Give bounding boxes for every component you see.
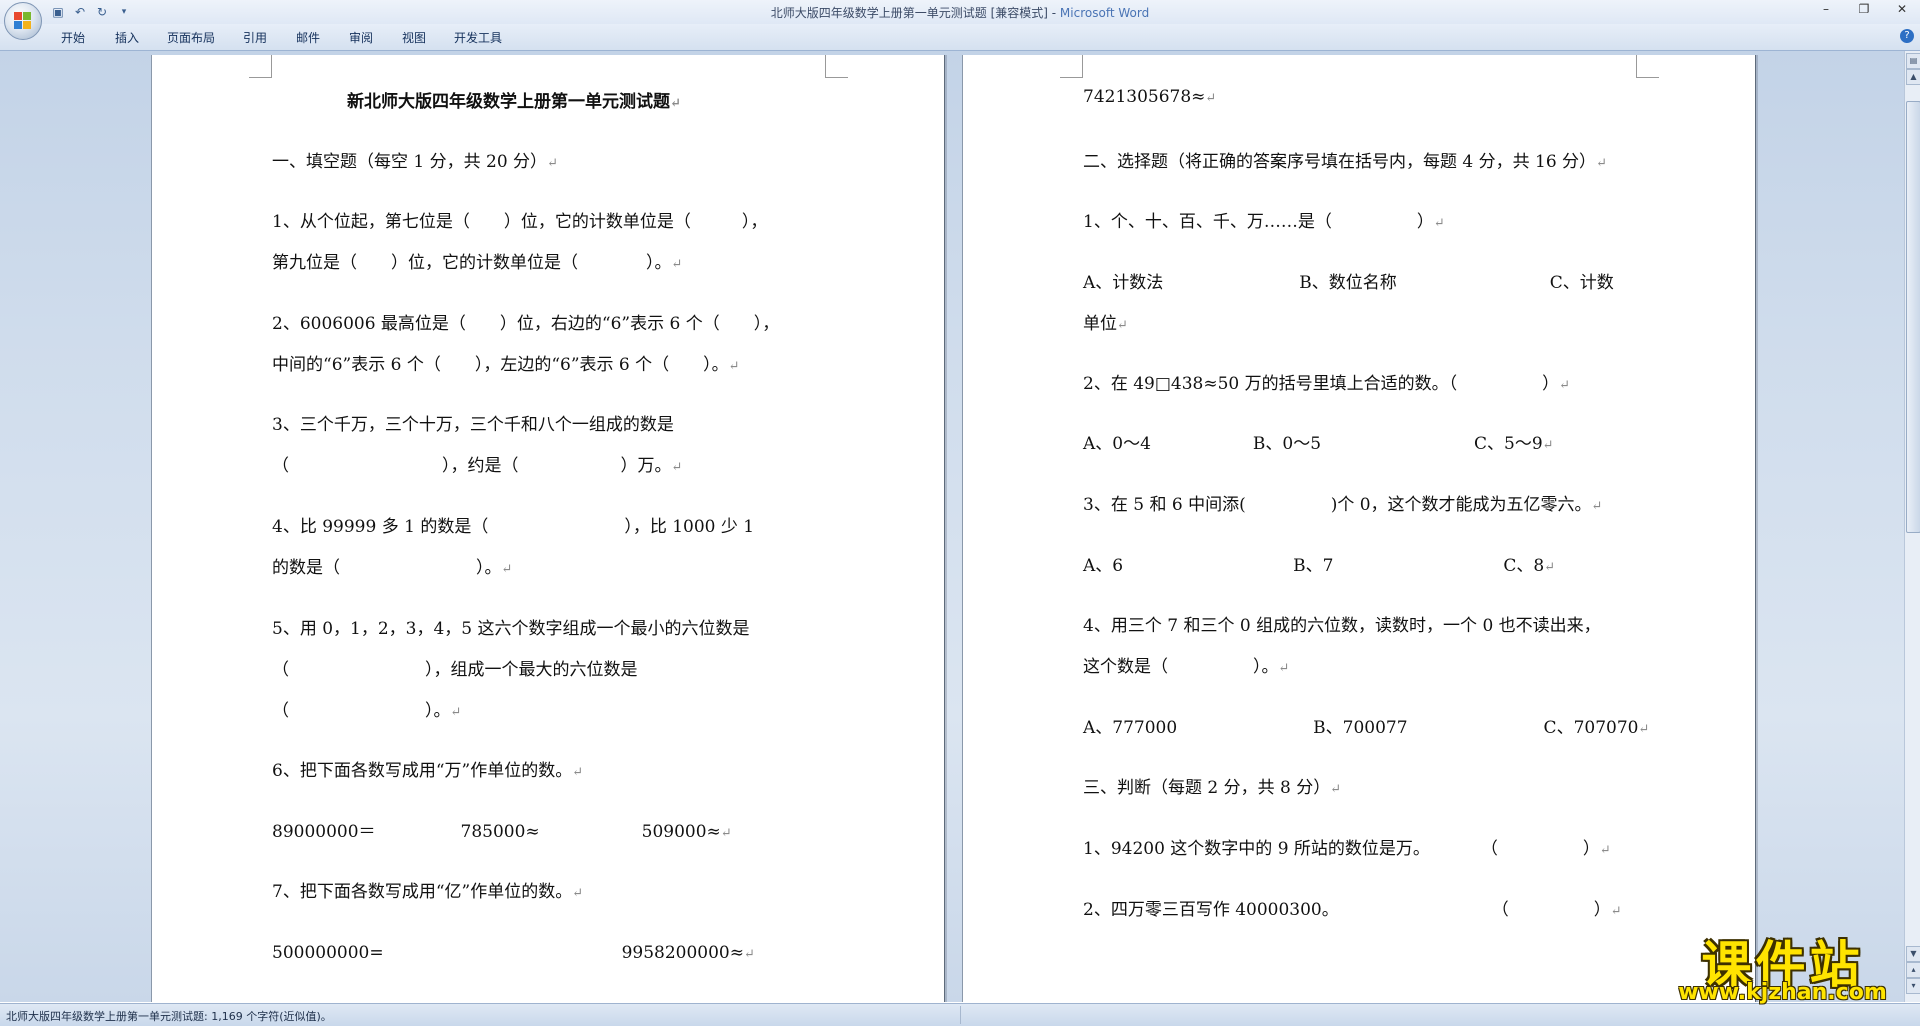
paragraph: 1、94200 这个数字中的 9 所站的数位是万。 （ ）↵ <box>1083 839 1611 859</box>
tab-developer[interactable]: 开发工具 <box>454 29 502 46</box>
status-text: 北师大版四年级数学上册第一单元测试题: 1,169 个字符(近似值)。 <box>6 1010 332 1023</box>
paragraph: A、777000 B、700077 C、707070↵ <box>1083 718 1650 738</box>
tab-mailings[interactable]: 邮件 <box>296 29 320 46</box>
paragraph: 的数是（ ）。↵ <box>272 558 513 578</box>
paragraph: （ ）。↵ <box>272 701 462 721</box>
office-logo-icon <box>14 12 32 30</box>
help-icon[interactable]: ? <box>1900 29 1914 43</box>
paragraph: （ ），组成一个最大的六位数是 <box>272 660 638 680</box>
paragraph: 这个数是（ ）。↵ <box>1083 657 1290 677</box>
vertical-scrollbar[interactable]: ▤ ▲ ▼ ▴ ▾ <box>1904 51 1920 1002</box>
margin-mark <box>825 55 848 78</box>
tab-insert[interactable]: 插入 <box>115 29 139 46</box>
ruler-toggle-icon[interactable]: ▤ <box>1906 53 1920 69</box>
tab-view[interactable]: 视图 <box>402 29 426 46</box>
margin-mark <box>1060 55 1083 78</box>
paragraph: 7、把下面各数写成用“亿”作单位的数。↵ <box>272 882 584 902</box>
paragraph: 7421305678≈↵ <box>1083 87 1217 107</box>
paragraph: 三、判断（每题 2 分，共 8 分）↵ <box>1083 778 1342 798</box>
scroll-up-icon[interactable]: ▲ <box>1906 69 1920 85</box>
paragraph: 单位↵ <box>1083 314 1128 334</box>
paragraph: 2、6006006 最高位是（ ）位，右边的“6”表示 6 个（ ）， <box>272 314 780 334</box>
app-name: Microsoft Word <box>1059 6 1150 20</box>
paragraph: 1、个、十、百、千、万……是（ ）↵ <box>1083 212 1445 232</box>
paragraph: 3、三个千万，三个十万，三个千和八个一组成的数是 <box>272 415 674 435</box>
next-page-icon[interactable]: ▾ <box>1906 978 1920 994</box>
tab-page-layout[interactable]: 页面布局 <box>167 29 215 46</box>
paragraph: （ ），约是（ ）万。↵ <box>272 456 683 476</box>
status-bar: 北师大版四年级数学上册第一单元测试题: 1,169 个字符(近似值)。 <box>0 1003 1920 1026</box>
paragraph: 89000000＝ 785000≈ 509000≈↵ <box>272 822 732 842</box>
document-heading: 新北师大版四年级数学上册第一单元测试题↵ <box>347 92 681 112</box>
window-title: 北师大版四年级数学上册第一单元测试题 [兼容模式] - Microsoft Wo… <box>0 4 1920 21</box>
close-icon[interactable]: ✕ <box>1892 2 1912 16</box>
title-bar: ▣ ↶ ↻ ▾ 北师大版四年级数学上册第一单元测试题 [兼容模式] - Micr… <box>0 0 1920 24</box>
document-page-right[interactable]: 7421305678≈↵ 二、选择题（将正确的答案序号填在括号内，每题 4 分，… <box>962 55 1756 1002</box>
tab-references[interactable]: 引用 <box>243 29 267 46</box>
tab-home[interactable]: 开始 <box>61 29 85 46</box>
paragraph: A、6 B、7 C、8↵ <box>1083 556 1556 576</box>
paragraph: 一、填空题（每空 1 分，共 20 分）↵ <box>272 152 558 172</box>
margin-mark <box>1636 55 1659 78</box>
paragraph: 第九位是（ ）位，它的计数单位是（ ）。↵ <box>272 253 683 273</box>
ribbon-tabs: 开始 插入 页面布局 引用 邮件 审阅 视图 开发工具 ? <box>0 24 1920 51</box>
paragraph: 2、在 49□438≈50 万的括号里填上合适的数。（ ）↵ <box>1083 374 1571 394</box>
paragraph: 二、选择题（将正确的答案序号填在括号内，每题 4 分，共 16 分）↵ <box>1083 152 1607 172</box>
minimize-icon[interactable]: – <box>1816 2 1836 16</box>
watermark-url: www.kjzhan.com <box>1678 980 1887 1005</box>
office-button[interactable] <box>4 2 42 40</box>
paragraph: A、计数法 B、数位名称 C、计数 <box>1083 273 1614 293</box>
paragraph: 3、在 5 和 6 中间添( )个 0，这个数才能成为五亿零六。↵ <box>1083 495 1603 515</box>
window-controls: – ❐ ✕ <box>1816 2 1912 16</box>
paragraph: 1、从个位起，第七位是（ ）位，它的计数单位是（ ）， <box>272 212 768 232</box>
status-divider <box>960 1006 961 1024</box>
document-title-text: 北师大版四年级数学上册第一单元测试题 [兼容模式] - <box>770 6 1060 20</box>
margin-mark <box>249 55 272 78</box>
document-page-left[interactable]: 新北师大版四年级数学上册第一单元测试题↵ 一、填空题（每空 1 分，共 20 分… <box>151 55 945 1002</box>
paragraph: 2、四万零三百写作 40000300。 （ ）↵ <box>1083 900 1622 920</box>
site-watermark: 课件站 www.kjzhan.com <box>1665 925 1900 1005</box>
scrollbar-thumb[interactable] <box>1906 101 1920 533</box>
document-workspace: 新北师大版四年级数学上册第一单元测试题↵ 一、填空题（每空 1 分，共 20 分… <box>0 51 1905 1002</box>
paragraph: A、0～4 B、0～5 C、5～9↵ <box>1083 434 1554 454</box>
previous-page-icon[interactable]: ▴ <box>1906 962 1920 978</box>
paragraph: 中间的“6”表示 6 个（ ），左边的“6”表示 6 个（ ）。↵ <box>272 355 740 375</box>
tab-review[interactable]: 审阅 <box>349 29 373 46</box>
paragraph: 500000000= 9958200000≈↵ <box>272 943 755 963</box>
paragraph: 4、比 99999 多 1 的数是（ ），比 1000 少 1 <box>272 517 755 537</box>
paragraph: 4、用三个 7 和三个 0 组成的六位数，读数时，一个 0 也不读出来， <box>1083 616 1601 636</box>
paragraph: 6、把下面各数写成用“万”作单位的数。↵ <box>272 761 584 781</box>
restore-icon[interactable]: ❐ <box>1854 2 1874 16</box>
paragraph: 5、用 0，1，2，3，4，5 这六个数字组成一个最小的六位数是 <box>272 619 750 639</box>
scroll-down-icon[interactable]: ▼ <box>1906 946 1920 962</box>
